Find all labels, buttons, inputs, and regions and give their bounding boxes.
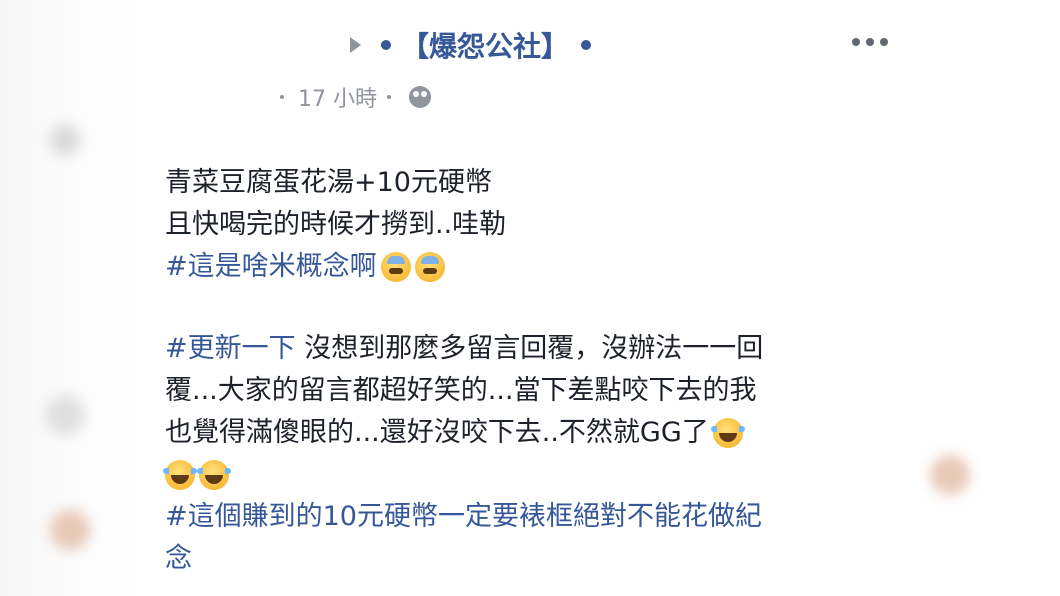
tears-of-joy-emoji-icon — [163, 460, 197, 490]
dot-icon — [581, 40, 592, 50]
tears-of-joy-emoji-icon — [710, 418, 745, 448]
post-text: 也覺得滿傻眼的...還好沒咬下去..不然就GG了 — [165, 417, 709, 448]
more-dot — [866, 38, 874, 46]
post-text: 覆...大家的留言都超好笑的...當下差點咬下去的我 — [165, 375, 757, 406]
more-options-icon[interactable] — [852, 32, 892, 52]
anxious-sweat-emoji-icon — [380, 252, 411, 282]
post-line-1: 青菜豆腐蛋花湯+10元硬幣 — [165, 162, 905, 204]
facebook-post: 【爆怨公社】 17 小時 青菜豆腐蛋花湯+10元硬幣 且快喝完的時候才撈到..哇… — [140, 0, 920, 596]
post-text: 沒想到那麼多留言回覆，沒辦法一一回 — [295, 333, 764, 364]
post-line-4: #更新一下 沒想到那麼多留言回覆，沒辦法一一回 — [165, 328, 905, 370]
blurred-background-left — [0, 0, 140, 596]
post-line-6: 也覺得滿傻眼的...還好沒咬下去..不然就GG了 — [165, 412, 905, 454]
post-line-5: 覆...大家的留言都超好笑的...當下差點咬下去的我 — [165, 370, 905, 412]
post-line-7 — [163, 454, 905, 496]
post-text: 青菜豆腐蛋花湯+10元硬幣 — [165, 167, 492, 198]
more-dot — [852, 38, 860, 46]
hashtag-link[interactable]: 念 — [165, 538, 192, 580]
friends-icon[interactable] — [409, 86, 431, 108]
dot-icon — [381, 40, 391, 50]
post-text: 且快喝完的時候才撈到..哇勒 — [165, 209, 507, 240]
blurred-shape — [45, 395, 85, 435]
play-arrow-icon — [350, 37, 361, 53]
tears-of-joy-emoji-icon — [197, 460, 231, 490]
post-line-8: #這個賺到的10元硬幣一定要裱框絕對不能花做紀 — [165, 496, 905, 538]
post-line-9: 念 — [165, 538, 905, 580]
post-meta: 17 小時 — [280, 80, 431, 114]
post-line-2: 且快喝完的時候才撈到..哇勒 — [165, 204, 905, 246]
anxious-sweat-emoji-icon — [414, 252, 445, 282]
post-header: 【爆怨公社】 — [350, 22, 592, 68]
blurred-shape — [50, 510, 90, 550]
post-body: 青菜豆腐蛋花湯+10元硬幣 且快喝完的時候才撈到..哇勒 #這是啥米概念啊 #更… — [163, 162, 905, 580]
separator-dot — [280, 95, 284, 99]
more-dot — [880, 38, 888, 46]
timestamp-link[interactable]: 17 小時 — [298, 81, 377, 113]
blurred-shape — [50, 125, 80, 155]
hashtag-link[interactable]: #更新一下 — [165, 328, 296, 370]
hashtag-link[interactable]: #這個賺到的10元硬幣一定要裱框絕對不能花做紀 — [165, 496, 762, 538]
blurred-shape — [930, 455, 970, 495]
post-line-3: #這是啥米概念啊 — [165, 246, 905, 288]
hashtag-link[interactable]: #這是啥米概念啊 — [165, 246, 377, 288]
separator-dot — [387, 95, 391, 99]
page-name-link[interactable]: 【爆怨公社】 — [401, 25, 569, 65]
